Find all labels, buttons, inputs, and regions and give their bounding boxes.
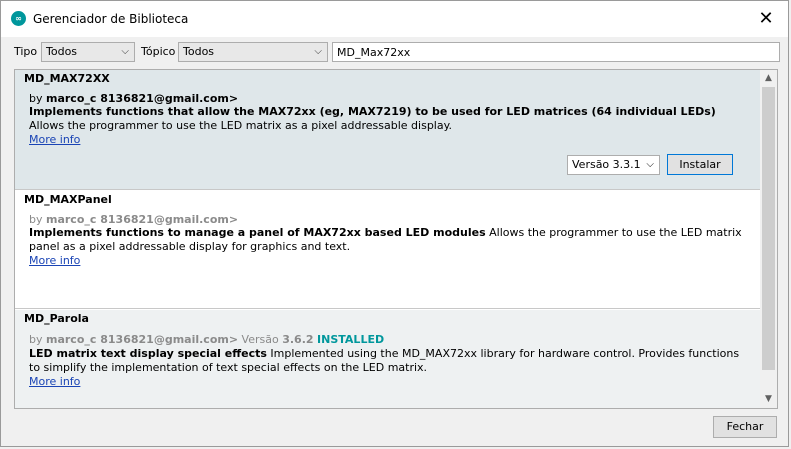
type-select[interactable]: Todos ⌵ (41, 42, 135, 62)
library-name: MD_MAXPanel (24, 193, 112, 206)
search-input[interactable] (332, 42, 780, 62)
library-name: MD_MAX72XX (24, 72, 110, 85)
more-info-link[interactable]: More info (29, 375, 80, 388)
close-button[interactable]: Fechar (713, 416, 777, 438)
library-manager-window: ∞ Gerenciador de Biblioteca ✕ Tipo Todos… (0, 0, 789, 447)
scroll-up-arrow-icon[interactable]: ▲ (760, 70, 777, 87)
install-button[interactable]: Instalar (667, 154, 733, 175)
library-author: by marco_c 8136821@gmail.com> Versão 3.6… (29, 333, 385, 346)
version-select-value: Versão 3.3.1 (572, 158, 641, 171)
library-name: MD_Parola (24, 312, 89, 325)
type-label: Tipo (14, 45, 38, 58)
library-list: MD_MAX72XX by marco_c 8136821@gmail.com>… (14, 69, 778, 409)
topic-select-value: Todos (183, 45, 215, 58)
library-description: LED matrix text display special effects … (29, 347, 740, 374)
window-close-button[interactable]: ✕ (744, 1, 788, 37)
chevron-down-icon: ⌵ (121, 46, 129, 57)
installed-badge: INSTALLED (317, 333, 385, 346)
scrollbar-thumb[interactable] (762, 87, 775, 370)
library-item-md-parola[interactable]: MD_Parola by marco_c 8136821@gmail.com> … (15, 310, 760, 408)
library-description: Implements functions to manage a panel o… (29, 226, 742, 253)
topic-label: Tópico (141, 45, 176, 58)
filter-bar: Tipo Todos ⌵ Tópico Todos ⌵ (1, 41, 788, 65)
more-info-link[interactable]: More info (29, 133, 80, 146)
topic-select[interactable]: Todos ⌵ (178, 42, 328, 62)
vertical-scrollbar[interactable]: ▲ ▼ (760, 70, 777, 408)
library-author: by marco_c 8136821@gmail.com> (29, 213, 239, 226)
chevron-down-icon: ⌵ (314, 46, 322, 57)
library-item-md-max72xx[interactable]: MD_MAX72XX by marco_c 8136821@gmail.com>… (15, 70, 760, 190)
type-select-value: Todos (46, 45, 78, 58)
library-author: by marco_c 8136821@gmail.com> (29, 92, 239, 105)
library-description: Implements functions that allow the MAX7… (29, 105, 716, 132)
window-title: Gerenciador de Biblioteca (33, 12, 189, 26)
version-select[interactable]: Versão 3.3.1 ⌵ (567, 155, 660, 175)
chevron-down-icon: ⌵ (646, 159, 654, 170)
scroll-down-arrow-icon[interactable]: ▼ (760, 391, 777, 408)
library-item-md-maxpanel[interactable]: MD_MAXPanel by marco_c 8136821@gmail.com… (15, 191, 760, 309)
more-info-link[interactable]: More info (29, 254, 80, 267)
title-bar: ∞ Gerenciador de Biblioteca ✕ (1, 1, 788, 37)
arduino-logo-icon: ∞ (11, 11, 26, 26)
